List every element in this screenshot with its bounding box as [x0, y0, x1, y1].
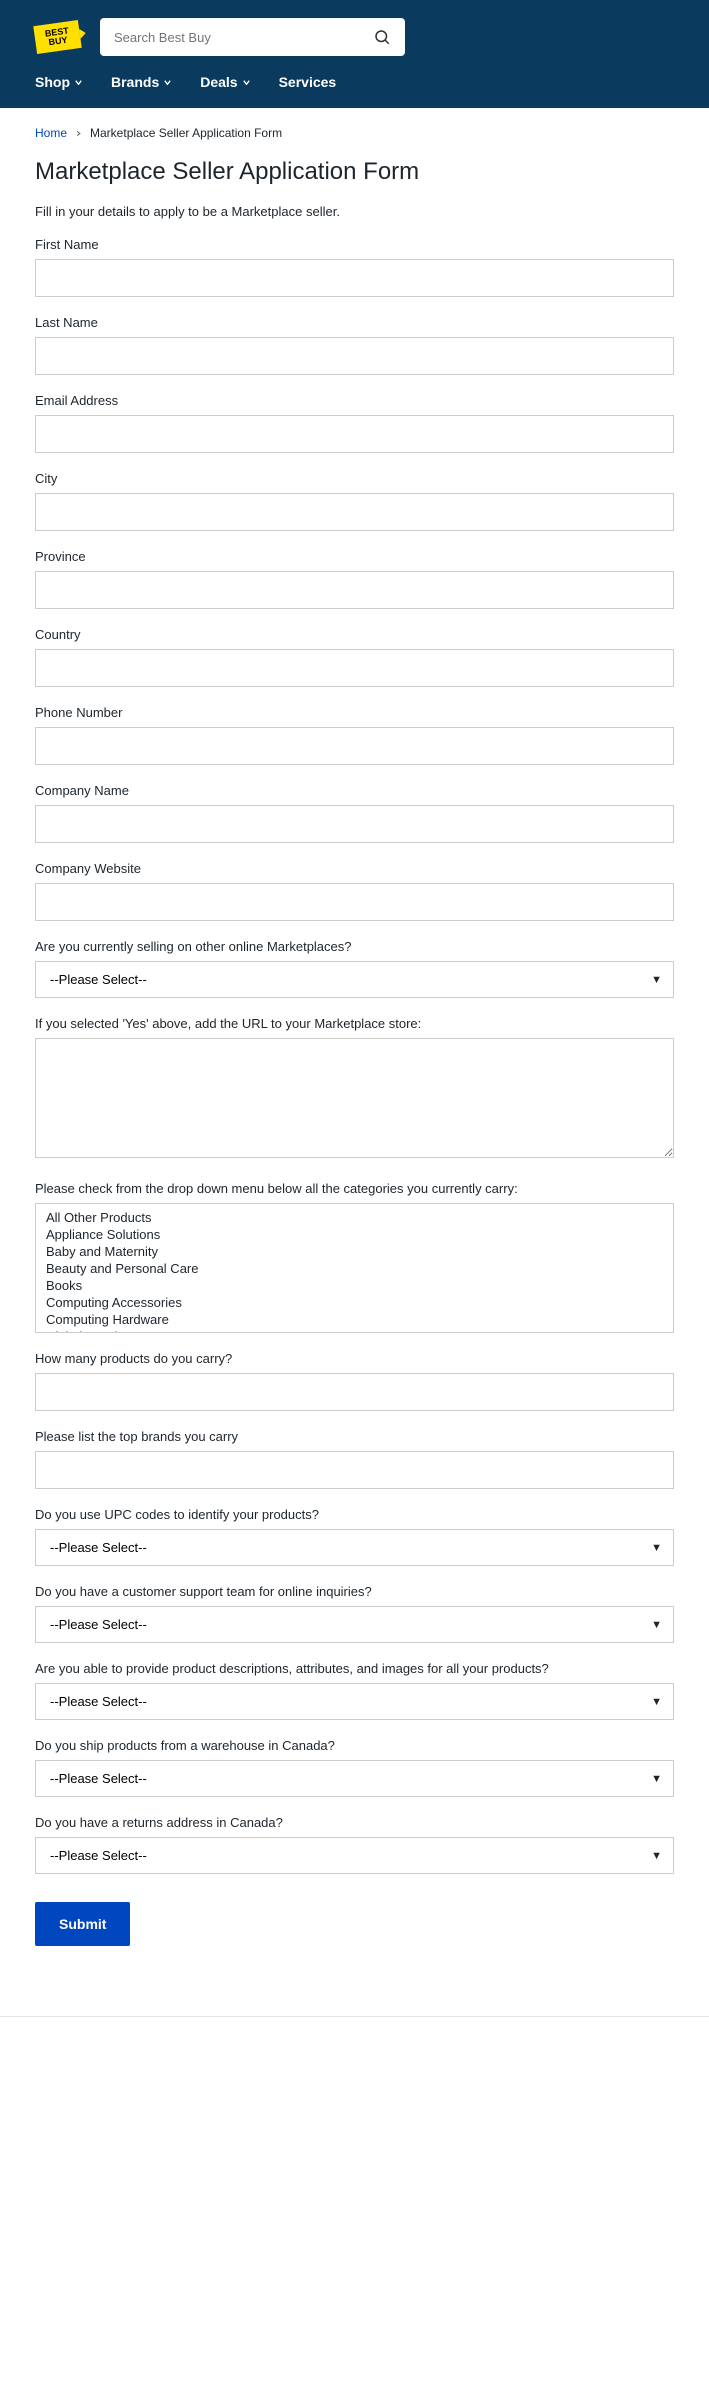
category-option[interactable]: Appliance Solutions	[36, 1226, 673, 1243]
category-option[interactable]: Books	[36, 1277, 673, 1294]
support-team-label: Do you have a customer support team for …	[35, 1584, 674, 1599]
main-nav: Shop Brands Deals Services	[0, 74, 709, 108]
nav-shop[interactable]: Shop	[35, 74, 83, 90]
search-icon[interactable]	[373, 28, 391, 46]
submit-button[interactable]: Submit	[35, 1902, 130, 1946]
support-team-select[interactable]: --Please Select--	[35, 1606, 674, 1643]
top-brands-input[interactable]	[35, 1451, 674, 1489]
chevron-down-icon	[74, 78, 83, 87]
category-option[interactable]: Computing Accessories	[36, 1294, 673, 1311]
category-option[interactable]: Computing Hardware	[36, 1311, 673, 1328]
province-input[interactable]	[35, 571, 674, 609]
company-name-label: Company Name	[35, 783, 674, 798]
page-title: Marketplace Seller Application Form	[35, 158, 674, 186]
returns-canada-select[interactable]: --Please Select--	[35, 1837, 674, 1874]
last-name-input[interactable]	[35, 337, 674, 375]
nav-label: Services	[279, 74, 337, 90]
email-input[interactable]	[35, 415, 674, 453]
nav-label: Deals	[200, 74, 237, 90]
company-website-label: Company Website	[35, 861, 674, 876]
content: Home Marketplace Seller Application Form…	[0, 108, 709, 1986]
provide-desc-select[interactable]: --Please Select--	[35, 1683, 674, 1720]
search-input[interactable]	[114, 30, 373, 45]
breadcrumb-home[interactable]: Home	[35, 126, 67, 140]
categories-multiselect[interactable]: All Other Products Appliance Solutions B…	[35, 1203, 674, 1333]
category-option[interactable]: Beauty and Personal Care	[36, 1260, 673, 1277]
city-label: City	[35, 471, 674, 486]
nav-services[interactable]: Services	[279, 74, 337, 90]
chevron-down-icon	[163, 78, 172, 87]
selling-other-select[interactable]: --Please Select--	[35, 961, 674, 998]
product-count-label: How many products do you carry?	[35, 1351, 674, 1366]
category-option[interactable]: Digital Imaging	[36, 1328, 673, 1333]
country-label: Country	[35, 627, 674, 642]
returns-canada-label: Do you have a returns address in Canada?	[35, 1815, 674, 1830]
product-count-input[interactable]	[35, 1373, 674, 1411]
page-subtitle: Fill in your details to apply to be a Ma…	[35, 204, 674, 219]
country-input[interactable]	[35, 649, 674, 687]
breadcrumb: Home Marketplace Seller Application Form	[35, 126, 674, 140]
header: BEST BUY	[0, 0, 709, 74]
upc-select[interactable]: --Please Select--	[35, 1529, 674, 1566]
nav-label: Brands	[111, 74, 159, 90]
first-name-input[interactable]	[35, 259, 674, 297]
company-website-input[interactable]	[35, 883, 674, 921]
category-option[interactable]: Baby and Maternity	[36, 1243, 673, 1260]
first-name-label: First Name	[35, 237, 674, 252]
logo[interactable]: BEST BUY	[33, 20, 81, 54]
selling-other-label: Are you currently selling on other onlin…	[35, 939, 674, 954]
provide-desc-label: Are you able to provide product descript…	[35, 1661, 674, 1676]
phone-input[interactable]	[35, 727, 674, 765]
company-name-input[interactable]	[35, 805, 674, 843]
city-input[interactable]	[35, 493, 674, 531]
ship-canada-label: Do you ship products from a warehouse in…	[35, 1738, 674, 1753]
chevron-down-icon	[242, 78, 251, 87]
last-name-label: Last Name	[35, 315, 674, 330]
divider	[0, 2016, 709, 2017]
logo-text-2: BUY	[48, 36, 68, 48]
url-marketplace-textarea[interactable]	[35, 1038, 674, 1158]
url-marketplace-label: If you selected 'Yes' above, add the URL…	[35, 1016, 674, 1031]
categories-label: Please check from the drop down menu bel…	[35, 1181, 674, 1196]
category-option[interactable]: All Other Products	[36, 1209, 673, 1226]
province-label: Province	[35, 549, 674, 564]
nav-deals[interactable]: Deals	[200, 74, 250, 90]
upc-label: Do you use UPC codes to identify your pr…	[35, 1507, 674, 1522]
search-bar	[100, 18, 405, 56]
nav-label: Shop	[35, 74, 70, 90]
breadcrumb-current: Marketplace Seller Application Form	[90, 126, 282, 140]
top-brands-label: Please list the top brands you carry	[35, 1429, 674, 1444]
phone-label: Phone Number	[35, 705, 674, 720]
ship-canada-select[interactable]: --Please Select--	[35, 1760, 674, 1797]
email-label: Email Address	[35, 393, 674, 408]
nav-brands[interactable]: Brands	[111, 74, 172, 90]
chevron-right-icon	[75, 130, 82, 137]
